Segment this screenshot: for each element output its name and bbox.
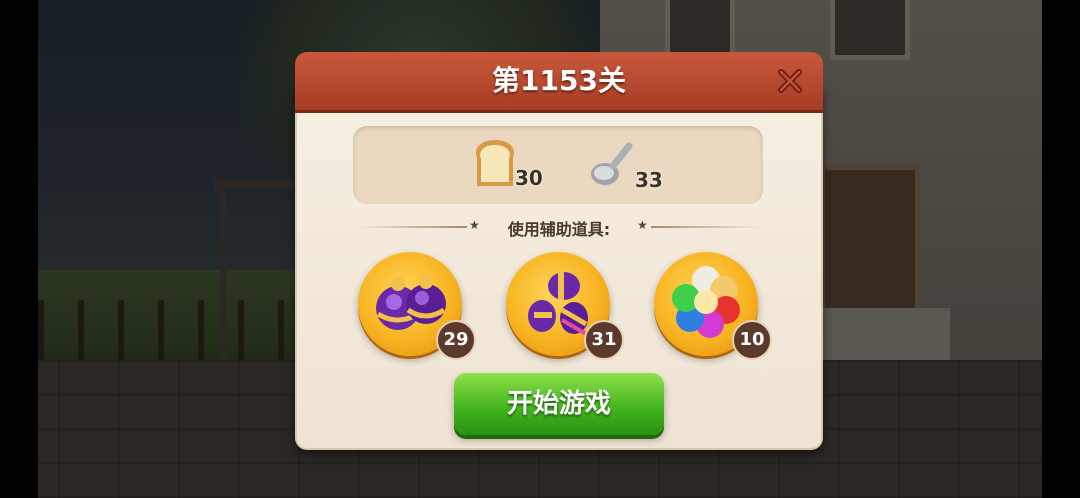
booster-count: 10 (732, 320, 772, 360)
goal-bread: 30 (471, 136, 551, 196)
goal-count: 30 (515, 166, 543, 190)
start-game-button[interactable]: 开始游戏 (454, 373, 664, 435)
spoon-icon (591, 142, 633, 185)
level-goals-panel: 30 33 (353, 126, 763, 204)
close-icon (778, 69, 802, 93)
level-start-dialog: 第1153关 30 33 ★ 使用辅助道具: ★ 29 31 10 开始游戏 (295, 52, 823, 450)
star-icon: ★ (637, 218, 648, 232)
start-button-label: 开始游戏 (506, 389, 611, 419)
divider-right (651, 226, 761, 228)
letterbox-right (1042, 0, 1080, 498)
goal-spoon: 33 (589, 136, 669, 196)
booster-count: 29 (436, 320, 476, 360)
bread-icon (475, 140, 515, 186)
booster-bomb-pair[interactable]: 29 (358, 252, 476, 360)
booster-color-ball[interactable]: 10 (654, 252, 772, 360)
color-ball-icon (672, 266, 740, 338)
booster-striped-candy[interactable]: 31 (506, 252, 624, 360)
goal-count: 33 (635, 168, 663, 192)
level-title: 第1153关 (492, 64, 626, 97)
booster-count: 31 (584, 320, 624, 360)
dialog-title-bar: 第1153关 (295, 52, 823, 110)
close-button[interactable] (775, 66, 805, 96)
boosters-heading: 使用辅助道具: (507, 220, 611, 239)
letterbox-left (0, 0, 38, 498)
